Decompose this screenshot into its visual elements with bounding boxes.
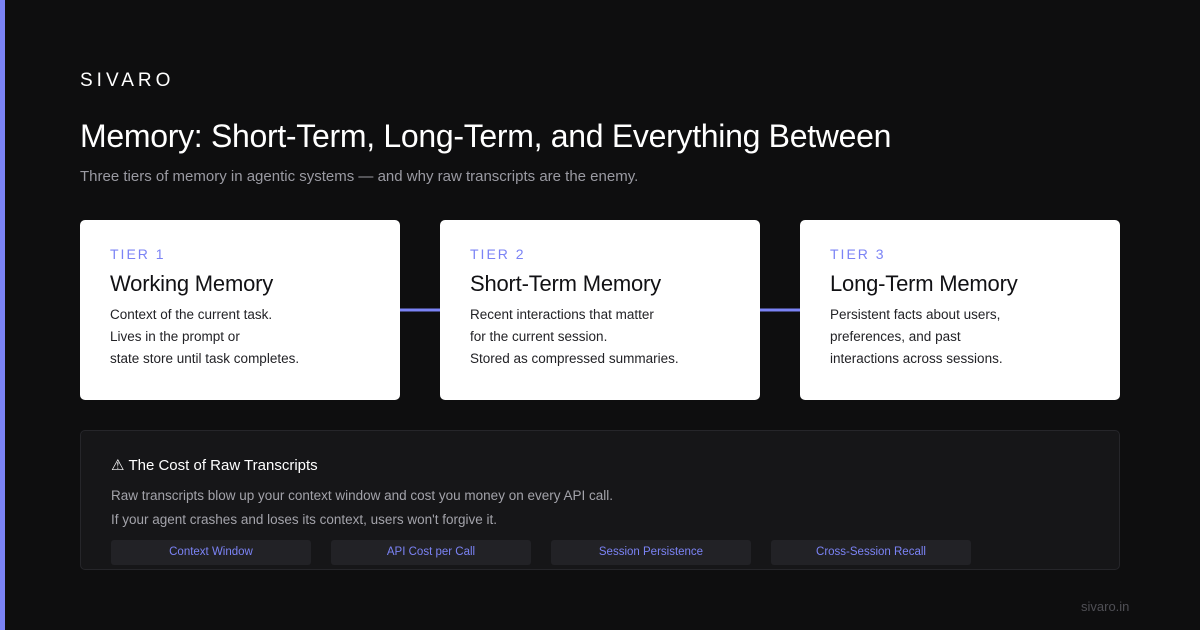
cost-title-text: The Cost of Raw Transcripts	[128, 457, 318, 474]
chip-cross-session-recall: Cross-Session Recall	[771, 540, 971, 565]
page-subtitle: Three tiers of memory in agentic systems…	[80, 168, 639, 185]
chip-session-persistence: Session Persistence	[551, 540, 751, 565]
tier-description: Recent interactions that matter for the …	[470, 304, 730, 370]
tier-description-line: state store until task completes.	[110, 351, 300, 366]
tier-card-working-memory: TIER 1 Working Memory Context of the cur…	[80, 220, 400, 400]
tier-description-line: Persistent facts about users,	[830, 307, 1001, 322]
accent-bar	[0, 0, 5, 630]
page-title: Memory: Short-Term, Long-Term, and Every…	[80, 118, 892, 154]
cost-title: ⚠ The Cost of Raw Transcripts	[111, 456, 318, 474]
tier-title: Short-Term Memory	[470, 271, 661, 296]
tier-card-long-term-memory: TIER 3 Long-Term Memory Persistent facts…	[800, 220, 1120, 400]
tier-description-line: Context of the current task.	[110, 307, 273, 322]
cost-description-line: Raw transcripts blow up your context win…	[111, 488, 613, 503]
tier-label: TIER 3	[830, 246, 886, 262]
tier-title: Working Memory	[110, 271, 274, 296]
cost-panel: ⚠ The Cost of Raw Transcripts Raw transcr…	[80, 430, 1120, 570]
footer-url: sivaro.in	[1081, 599, 1130, 614]
tier-card-short-term-memory: TIER 2 Short-Term Memory Recent interact…	[440, 220, 760, 400]
tier-description: Context of the current task. Lives in th…	[110, 304, 370, 370]
tier-label: TIER 1	[110, 246, 166, 262]
chip-context-window: Context Window	[111, 540, 311, 565]
brand-logo: SIVARO	[80, 70, 175, 91]
warning-icon: ⚠	[111, 457, 125, 474]
slide: SIVARO Memory: Short-Term, Long-Term, an…	[0, 0, 1200, 630]
tier-description-line: Recent interactions that matter	[470, 307, 654, 322]
tier-description-line: interactions across sessions.	[830, 351, 1003, 366]
tier-description: Persistent facts about users, preference…	[830, 304, 1090, 370]
tier-description-line: preferences, and past	[830, 329, 961, 344]
tier-title: Long-Term Memory	[830, 271, 1018, 296]
tier-description-line: Stored as compressed summaries.	[470, 351, 679, 366]
tier-description-line: for the current session.	[470, 329, 608, 344]
tier-description-line: Lives in the prompt or	[110, 329, 240, 344]
chip-api-cost-per-call: API Cost per Call	[331, 540, 531, 565]
cost-description-line: If your agent crashes and loses its cont…	[111, 512, 498, 527]
tier-label: TIER 2	[470, 246, 526, 262]
